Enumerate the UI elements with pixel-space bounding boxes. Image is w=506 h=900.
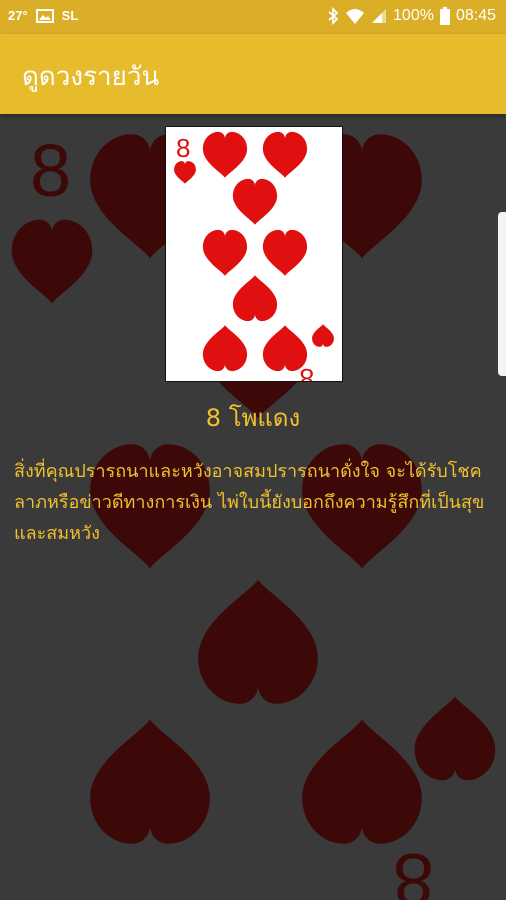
card-rank-top: 8 [176,133,190,163]
heart-pip-icon [262,229,308,276]
clock: 08:45 [455,7,496,24]
heart-pip-icon [232,178,278,225]
battery-percent: 100% [393,7,434,24]
heart-pip-icon [232,275,278,322]
temperature: 27° [8,8,28,23]
heart-pip-icon [202,325,248,372]
app-title: ดูดวงรายวัน [22,62,160,92]
edge-panel-handle[interactable] [498,212,506,376]
bg-rank-top: 8 [30,129,71,212]
heart-pip-icon [202,229,248,276]
bluetooth-icon [328,7,339,25]
card-corner-heart-icon [174,161,196,184]
bg-rank-bottom: 8 [393,838,434,900]
playing-card[interactable]: 8 8 [165,126,343,382]
card-rank-bottom: 8 [300,363,314,382]
heart-pip-icon [262,131,308,178]
card-meaning: สิ่งที่คุณปรารถนาและหวังอาจสมปรารถนาดั่ง… [14,461,485,544]
card-corner-heart-icon [312,324,334,347]
heart-pip-icon [202,131,248,178]
card-name: 8 โพแดง [205,404,301,432]
carrier: SL [61,8,79,23]
wifi-icon [346,9,365,24]
app-bar: ดูดวงรายวัน [0,34,506,114]
status-bar: 27° SL 100% 08:45 [0,0,506,34]
battery-icon [439,7,450,25]
image-icon [35,8,54,23]
signal-icon [372,9,387,23]
